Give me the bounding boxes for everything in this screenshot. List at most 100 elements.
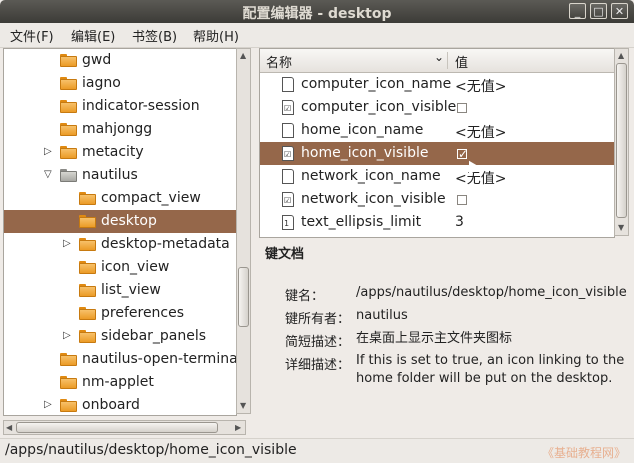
- key-owner-label: 键所有者：: [285, 312, 351, 327]
- tree-item-sidebar_panels[interactable]: ▷ sidebar_panels: [4, 325, 236, 348]
- key-row-text_ellipsis_limit[interactable]: 1 text_ellipsis_limit 3: [260, 211, 614, 234]
- tree-vertical-scrollbar[interactable]: ▲ ▼: [236, 48, 251, 414]
- short-desc-value: 在桌面上显示主文件夹图标: [356, 331, 513, 346]
- tree-item-onboard[interactable]: ▷ onboard: [4, 394, 236, 415]
- menu-file[interactable]: 文件(F): [10, 26, 54, 45]
- tree-item-list_view[interactable]: list_view: [4, 279, 236, 302]
- status-path: /apps/nautilus/desktop/home_icon_visible: [5, 442, 297, 458]
- tree-item-label: nautilus: [82, 167, 138, 183]
- list-vertical-scrollbar[interactable]: ▲ ▼: [614, 48, 629, 236]
- key-name: text_ellipsis_limit: [301, 214, 422, 230]
- key-row-computer_icon_name[interactable]: computer_icon_name <无值>: [260, 73, 614, 96]
- tree-scroll-thumb[interactable]: [238, 267, 249, 327]
- list-scroll-thumb[interactable]: [616, 63, 627, 218]
- boolean-key-icon: ☑: [282, 146, 294, 161]
- column-header-value[interactable]: 值: [455, 52, 468, 71]
- tree-item-label: nautilus-open-terminal: [82, 351, 237, 367]
- folder-icon: [60, 353, 77, 366]
- key-value[interactable]: <无值>: [455, 122, 506, 142]
- key-row-home_icon_visible[interactable]: ☑ home_icon_visible ✓: [260, 142, 614, 165]
- folder-icon: [79, 261, 96, 274]
- key-name: home_icon_visible: [301, 145, 429, 161]
- key-row-computer_icon_visible[interactable]: ☑ computer_icon_visible: [260, 96, 614, 119]
- list-scroll-down-arrow-icon[interactable]: ▼: [618, 223, 624, 232]
- tree-item-indicator-session[interactable]: indicator-session: [4, 95, 236, 118]
- tree-item-compact_view[interactable]: compact_view: [4, 187, 236, 210]
- boolean-key-icon: ☑: [282, 192, 294, 207]
- key-value-list[interactable]: 名称 ⌄ 值 computer_icon_name <无值> ☑ computer_i…: [259, 48, 615, 238]
- column-header-name[interactable]: 名称: [266, 52, 292, 71]
- key-name: network_icon_name: [301, 168, 441, 184]
- tree-item-desktop-metadata[interactable]: ▷ desktop-metadata: [4, 233, 236, 256]
- scroll-left-arrow-icon[interactable]: ◀: [6, 423, 12, 432]
- maximize-button[interactable]: □: [590, 3, 607, 19]
- tree-item-nautilus-open-terminal[interactable]: nautilus-open-terminal: [4, 348, 236, 371]
- tree-item-desktop[interactable]: desktop: [4, 210, 236, 233]
- tree-item-label: preferences: [101, 305, 185, 321]
- watermark: 《基础教程网》: [541, 446, 626, 460]
- folder-icon: [79, 192, 96, 205]
- tree-item-label: desktop: [101, 213, 157, 229]
- short-desc-label: 简短描述：: [285, 335, 351, 350]
- folder-icon: [79, 330, 96, 343]
- value-checkbox[interactable]: [457, 103, 467, 113]
- menu-help[interactable]: 帮助(H): [193, 26, 239, 45]
- tree-item-gwd[interactable]: gwd: [4, 49, 236, 72]
- tree-item-label: gwd: [82, 52, 112, 68]
- window-title: 配置编辑器 - desktop: [242, 6, 392, 22]
- key-owner-value: nautilus: [356, 308, 408, 323]
- key-row-network_icon_name[interactable]: network_icon_name <无值>: [260, 165, 614, 188]
- value-checkbox[interactable]: ✓: [457, 148, 468, 160]
- tree-item-label: desktop-metadata: [101, 236, 230, 252]
- key-row-home_icon_name[interactable]: home_icon_name <无值>: [260, 119, 614, 142]
- collapsed-triangle-icon[interactable]: ▷: [44, 399, 52, 410]
- minimize-button[interactable]: _: [569, 3, 586, 19]
- list-scroll-up-arrow-icon[interactable]: ▲: [618, 51, 624, 60]
- tree-item-nautilus[interactable]: ▽ nautilus: [4, 164, 236, 187]
- key-value[interactable]: <无值>: [455, 168, 506, 188]
- collapsed-triangle-icon[interactable]: ▷: [63, 330, 71, 341]
- key-tree[interactable]: gwd iagno indicator-session mahjongg ▷ metaci…: [3, 48, 237, 416]
- string-key-icon: [282, 169, 294, 184]
- scroll-up-arrow-icon[interactable]: ▲: [240, 51, 246, 60]
- value-checkbox[interactable]: [457, 195, 467, 205]
- folder-icon: [60, 77, 77, 90]
- menu-edit[interactable]: 编辑(E): [71, 26, 115, 45]
- key-row-network_icon_visible[interactable]: ☑ network_icon_visible: [260, 188, 614, 211]
- tree-item-icon_view[interactable]: icon_view: [4, 256, 236, 279]
- key-value[interactable]: 3: [455, 214, 464, 230]
- key-value[interactable]: <无值>: [455, 76, 506, 96]
- long-desc-label: 详细描述：: [285, 358, 351, 373]
- tree-item-label: sidebar_panels: [101, 328, 207, 344]
- close-button[interactable]: ✕: [611, 3, 628, 19]
- tree-item-label: compact_view: [101, 190, 201, 206]
- string-key-icon: [282, 77, 294, 92]
- boolean-key-icon: ☑: [282, 100, 294, 115]
- collapsed-triangle-icon[interactable]: ▷: [44, 146, 52, 157]
- menu-bar: 文件(F) 编辑(E) 书签(B) 帮助(H): [0, 23, 634, 48]
- column-divider[interactable]: [447, 52, 448, 69]
- sort-chevron-icon[interactable]: ⌄: [434, 50, 444, 64]
- expanded-triangle-icon[interactable]: ▽: [44, 169, 52, 180]
- folder-icon: [60, 146, 77, 159]
- folder-icon: [79, 215, 96, 228]
- scroll-right-arrow-icon[interactable]: ▶: [235, 423, 241, 432]
- tree-hscroll-thumb[interactable]: [16, 422, 218, 433]
- key-name: computer_icon_name: [301, 76, 452, 92]
- tree-item-iagno[interactable]: iagno: [4, 72, 236, 95]
- tree-item-preferences[interactable]: preferences: [4, 302, 236, 325]
- tree-item-metacity[interactable]: ▷ metacity: [4, 141, 236, 164]
- tree-horizontal-scrollbar[interactable]: ◀ ▶: [3, 420, 246, 435]
- collapsed-triangle-icon[interactable]: ▷: [63, 238, 71, 249]
- title-bar: 配置编辑器 - desktop _ □ ✕: [0, 0, 634, 23]
- folder-icon: [60, 100, 77, 113]
- tree-item-mahjongg[interactable]: mahjongg: [4, 118, 236, 141]
- scroll-down-arrow-icon[interactable]: ▼: [240, 401, 246, 410]
- folder-icon: [60, 399, 77, 412]
- menu-bookmarks[interactable]: 书签(B): [132, 26, 177, 45]
- key-name: network_icon_visible: [301, 191, 446, 207]
- folder-icon: [60, 376, 77, 389]
- folder-icon: [79, 284, 96, 297]
- tree-item-label: onboard: [82, 397, 140, 413]
- tree-item-nm-applet[interactable]: nm-applet: [4, 371, 236, 394]
